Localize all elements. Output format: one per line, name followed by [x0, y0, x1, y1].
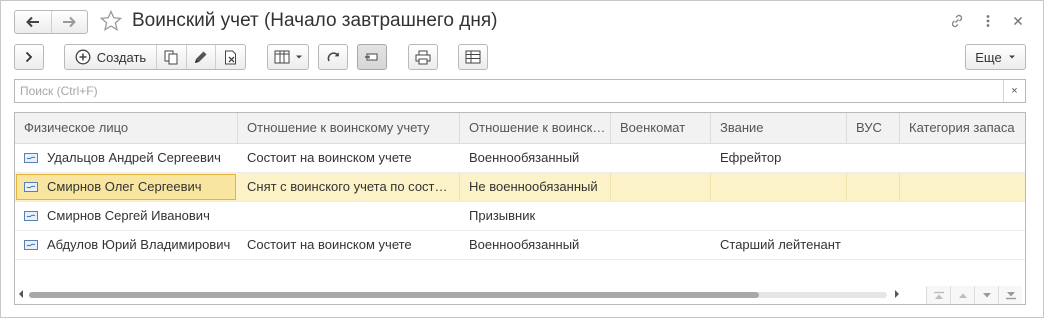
refresh-icon	[327, 51, 339, 61]
last-record-button[interactable]	[998, 286, 1022, 304]
cell-person: Абдулов Юрий Владимирович	[47, 237, 231, 252]
table-settings-icon	[465, 50, 481, 64]
command-bar: Создать Еще	[1, 44, 1043, 70]
create-edit-group: Создать	[64, 44, 246, 70]
create-button[interactable]: Создать	[65, 45, 156, 69]
plus-circle-icon	[75, 49, 91, 65]
arrow-left-icon	[25, 16, 39, 28]
details-panel-button[interactable]	[357, 44, 387, 70]
back-button[interactable]	[15, 11, 51, 33]
cell-vus	[847, 231, 900, 259]
forward-button[interactable]	[50, 11, 88, 33]
cell-vus	[847, 202, 900, 230]
cell-reserve-category	[900, 144, 1025, 172]
cell-rank	[711, 202, 847, 230]
cell-obligation: Не военнообязанный	[460, 173, 611, 201]
arrow-last-icon	[1005, 291, 1016, 299]
scroll-right-icon[interactable]	[895, 290, 899, 298]
edit-button[interactable]	[185, 45, 216, 69]
table-row[interactable]: Абдулов Юрий Владимирович Состоит на вои…	[15, 231, 1025, 260]
cell-vus	[847, 144, 900, 172]
cell-person: Удальцов Андрей Сергеевич	[47, 150, 221, 165]
copy-button[interactable]	[155, 45, 186, 69]
pencil-icon	[195, 51, 207, 63]
mark-delete-button[interactable]	[215, 45, 245, 69]
cell-obligation: Военнообязанный	[469, 150, 580, 165]
title-bar: Воинский учет (Начало завтрашнего дня)	[1, 1, 1043, 41]
more-vertical-icon[interactable]	[980, 13, 996, 29]
table-settings-button[interactable]	[458, 44, 488, 70]
scroll-thumb[interactable]	[29, 292, 759, 298]
columns-menu-button[interactable]	[267, 44, 309, 70]
search-box: ×	[14, 79, 1026, 103]
more-button[interactable]: Еще	[965, 44, 1026, 70]
cell-reserve-category	[900, 202, 1025, 230]
print-button[interactable]	[408, 44, 438, 70]
clear-icon: ×	[1011, 85, 1018, 97]
column-header-enlistment-office[interactable]: Военкомат	[611, 113, 711, 144]
table-row[interactable]: Удальцов Андрей Сергеевич Состоит на вои…	[15, 144, 1025, 173]
expand-panel-button[interactable]	[14, 44, 44, 70]
cell-military-relation: Состоит на воинском учете	[247, 237, 412, 252]
previous-record-button[interactable]	[950, 286, 974, 304]
scroll-left-icon[interactable]	[19, 290, 23, 298]
chevron-right-icon	[25, 51, 33, 63]
column-header-rank[interactable]: Звание	[711, 113, 847, 144]
link-icon[interactable]	[949, 13, 965, 29]
chevron-down-icon	[1008, 55, 1015, 59]
arrow-right-icon	[63, 16, 77, 28]
cell-person: Смирнов Олег Сергеевич	[47, 179, 202, 194]
cell-obligation: Призывник	[469, 208, 536, 223]
cell-obligation: Военнообязанный	[469, 237, 580, 252]
cell-rank: Старший лейтенант	[720, 237, 841, 252]
arrow-up-icon	[958, 293, 967, 298]
delete-mark-icon	[224, 50, 236, 64]
horizontal-scrollbar[interactable]	[15, 286, 1025, 304]
cell-military-relation	[238, 202, 460, 230]
chevron-down-icon	[295, 55, 302, 59]
star-icon[interactable]	[99, 9, 123, 33]
cell-rank	[711, 173, 847, 201]
arrow-first-icon	[933, 291, 944, 299]
more-button-label: Еще	[975, 49, 1002, 65]
create-button-label: Создать	[96, 49, 147, 65]
navigation-buttons	[14, 10, 88, 34]
table-header: Физическое лицо Отношение к воинскому уч…	[15, 113, 1025, 144]
column-header-person[interactable]: Физическое лицо	[15, 113, 238, 144]
list-navigation	[926, 286, 1022, 304]
cell-person: Смирнов Сергей Иванович	[47, 208, 210, 223]
cell-reserve-category	[900, 231, 1025, 259]
form-window: Воинский учет (Начало завтрашнего дня) С…	[0, 0, 1044, 318]
columns-icon	[274, 50, 289, 64]
first-record-button[interactable]	[926, 286, 950, 304]
cell-enlistment-office	[611, 231, 711, 259]
scroll-track[interactable]	[29, 292, 887, 298]
cell-enlistment-office	[611, 202, 711, 230]
cell-reserve-category	[900, 173, 1025, 201]
column-header-reserve-category[interactable]: Категория запаса	[900, 113, 1025, 144]
cell-enlistment-office	[611, 173, 711, 201]
cell-military-relation: Состоит на воинском учете	[247, 150, 412, 165]
details-panel-icon	[365, 53, 378, 61]
cell-military-relation: Снят с воинского учета по сост…	[238, 173, 460, 201]
printer-icon	[415, 50, 431, 64]
refresh-button[interactable]	[318, 44, 348, 70]
clear-search-button[interactable]: ×	[1003, 80, 1025, 102]
cell-enlistment-office	[611, 144, 711, 172]
page-title: Воинский учет (Начало завтрашнего дня)	[132, 10, 498, 31]
table-row-selected[interactable]: Смирнов Олег Сергеевич Снят с воинского …	[15, 173, 1025, 202]
copy-icon	[164, 50, 178, 64]
column-header-obligation[interactable]: Отношение к воинск…	[460, 113, 611, 144]
table-row[interactable]: Смирнов Сергей Иванович Призывник	[15, 202, 1025, 231]
close-icon[interactable]	[1010, 13, 1026, 29]
column-header-vus[interactable]: ВУС	[847, 113, 900, 144]
records-table: Физическое лицо Отношение к воинскому уч…	[14, 112, 1026, 305]
cell-rank: Ефрейтор	[720, 150, 782, 165]
search-input[interactable]	[15, 80, 1003, 102]
arrow-down-icon	[982, 292, 991, 297]
cell-vus	[847, 173, 900, 201]
column-header-military-relation[interactable]: Отношение к воинскому учету	[238, 113, 460, 144]
next-record-button[interactable]	[974, 286, 998, 304]
